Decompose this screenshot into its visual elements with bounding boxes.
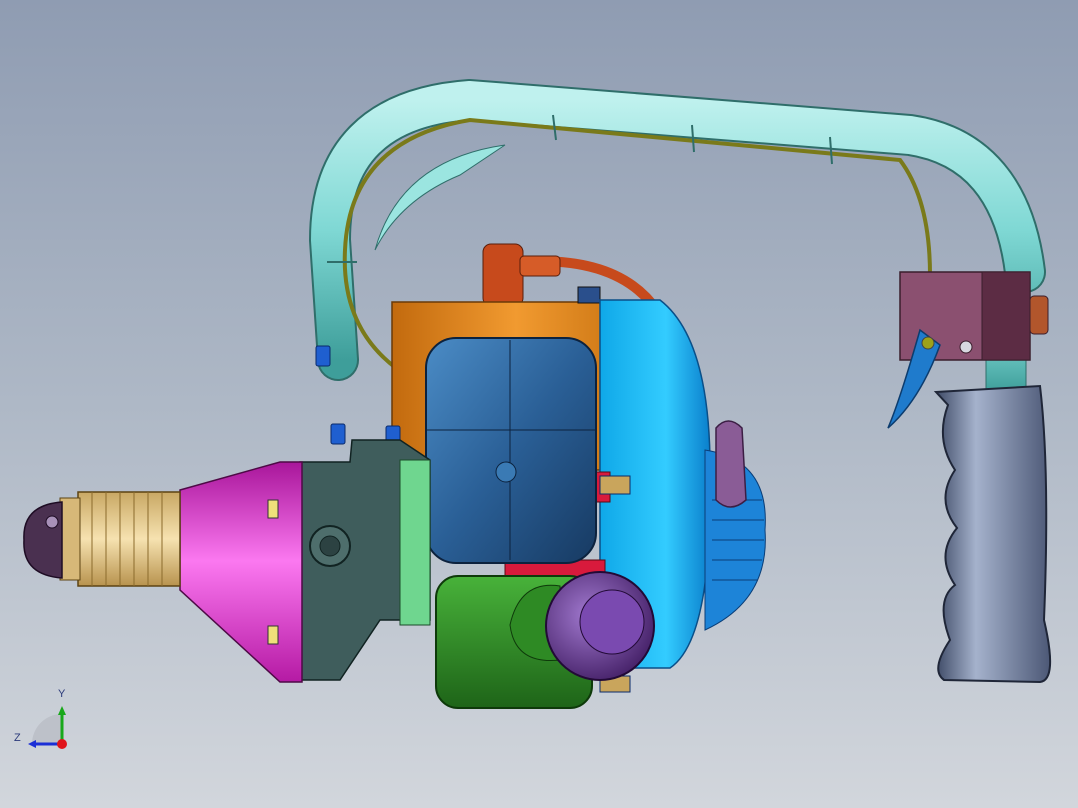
z-axis-label: Z <box>14 732 21 744</box>
nose-cone[interactable] <box>179 461 303 683</box>
orientation-triad: Y Z <box>10 684 80 754</box>
trigger-pivot <box>921 336 935 350</box>
y-axis-label: Y <box>58 688 66 700</box>
drill-chuck[interactable] <box>59 491 181 587</box>
chuck-nose-bore <box>45 515 59 529</box>
cad-3d-viewport[interactable] <box>0 0 1078 808</box>
choke-knob[interactable] <box>545 571 655 681</box>
handle-grip[interactable] <box>933 384 1052 684</box>
fuel-tank[interactable] <box>425 337 597 564</box>
chuck-nose[interactable] <box>23 501 63 579</box>
starter-pull-handle[interactable] <box>715 420 747 508</box>
